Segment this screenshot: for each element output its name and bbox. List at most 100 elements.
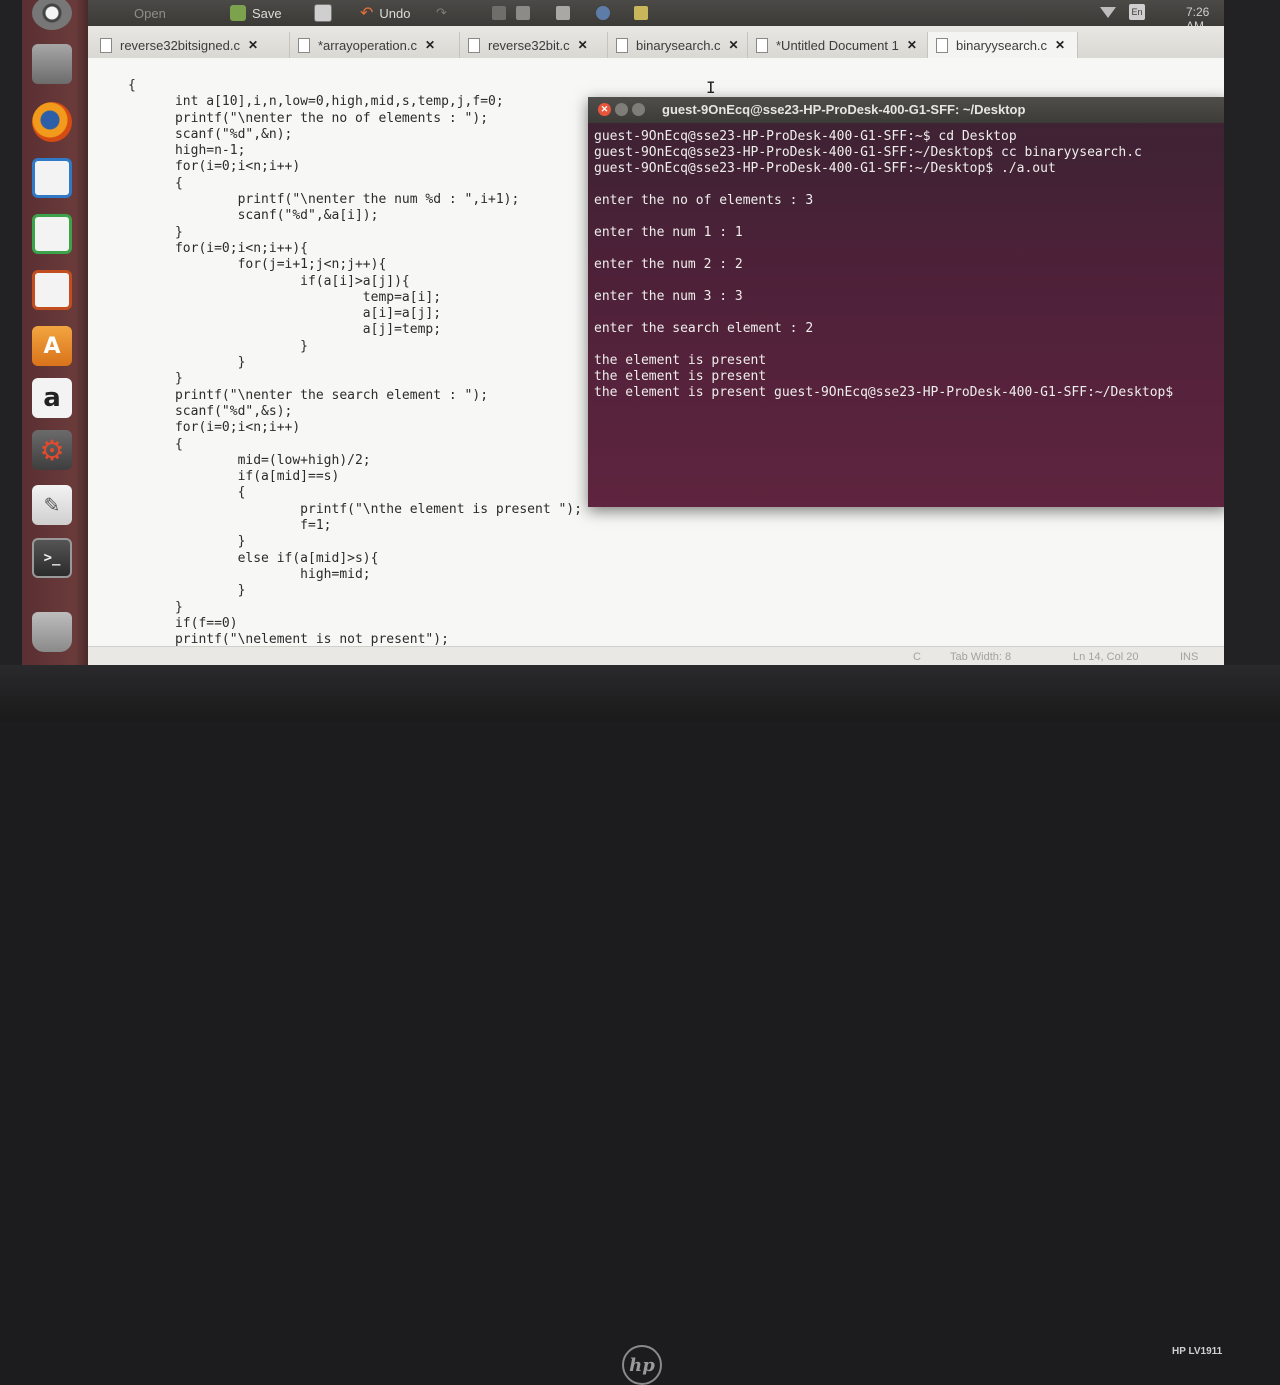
save-button[interactable]: Save <box>230 2 282 24</box>
print-icon <box>314 4 332 22</box>
text-editor-icon[interactable]: ✎ <box>32 485 72 525</box>
maximize-window-button[interactable] <box>632 103 645 116</box>
code-line: for(i=0;i<n;i++) <box>128 420 301 436</box>
close-icon[interactable]: ✕ <box>1055 38 1065 52</box>
code-line: high=n-1; <box>128 143 246 159</box>
terminal-window[interactable]: ✕ guest-9OnEcq@sse23-HP-ProDesk-400-G1-S… <box>588 97 1224 507</box>
monitor-model-label: HP LV1911 <box>1172 1346 1223 1357</box>
terminal-line: enter the num 2 : 2 <box>594 257 743 272</box>
minimize-window-button[interactable] <box>615 103 628 116</box>
screen: Open Save ↶ Undo ↷ En 7:26 AM A <box>22 0 1224 667</box>
tab-reverse32bit[interactable]: reverse32bit.c ✕ <box>460 32 608 58</box>
code-line: if(a[i]>a[j]){ <box>128 273 410 289</box>
monitor-bottom-bezel: hp HP LV1911 <box>0 665 1280 1385</box>
tab-untitled-document[interactable]: *Untitled Document 1 ✕ <box>748 32 928 58</box>
tab-reverse32bitsigned[interactable]: reverse32bitsigned.c ✕ <box>92 32 290 58</box>
amazon-icon[interactable]: a <box>32 378 72 418</box>
terminal-line: guest-9OnEcq@sse23-HP-ProDesk-400-G1-SFF… <box>594 161 1056 176</box>
launcher: A a ⚙ ✎ >_ <box>22 0 88 667</box>
status-bar: C Tab Width: 8 Ln 14, Col 20 INS <box>88 646 1224 667</box>
code-line: } <box>128 224 183 240</box>
close-icon[interactable]: ✕ <box>729 38 739 52</box>
document-icon <box>100 37 112 53</box>
undo-label: Undo <box>379 5 411 21</box>
code-line: } <box>128 338 309 354</box>
tab-width-selector[interactable]: Tab Width: 8 <box>950 651 1011 663</box>
libreoffice-writer-icon[interactable] <box>32 158 72 198</box>
source-code[interactable]: { int a[10],i,n,low=0,high,mid,s,temp,j,… <box>128 78 582 665</box>
terminal-line: guest-9OnEcq@sse23-HP-ProDesk-400-G1-SFF… <box>594 129 1017 144</box>
keyboard-indicator[interactable]: En <box>1129 4 1145 20</box>
code-line: } <box>128 371 183 387</box>
redo-button[interactable]: ↷ <box>436 2 447 24</box>
paste-icon[interactable] <box>556 6 570 20</box>
code-line: mid=(low+high)/2; <box>128 452 371 468</box>
terminal-line: enter the no of elements : 3 <box>594 193 814 208</box>
code-line: } <box>128 534 246 550</box>
undo-icon: ↶ <box>360 5 374 22</box>
close-icon[interactable]: ✕ <box>248 38 258 52</box>
tab-binaryysearch[interactable]: binaryysearch.c ✕ <box>928 32 1078 58</box>
save-label: Save <box>252 5 282 21</box>
language-selector[interactable]: C <box>913 651 921 663</box>
code-line: scanf("%d",&n); <box>128 126 293 142</box>
search-icon[interactable] <box>596 6 610 20</box>
terminal-line: enter the num 3 : 3 <box>594 289 743 304</box>
code-line: scanf("%d",&s); <box>128 403 293 419</box>
libreoffice-calc-icon[interactable] <box>32 214 72 254</box>
code-line: } <box>128 599 183 615</box>
mouse-ibeam-cursor: I <box>706 78 716 97</box>
libreoffice-impress-icon[interactable] <box>32 270 72 310</box>
open-button[interactable]: Open <box>134 2 166 24</box>
tab-arrayoperation[interactable]: *arrayoperation.c ✕ <box>290 32 460 58</box>
code-line: for(j=i+1;j<n;j++){ <box>128 257 387 273</box>
code-line: if(f==0) <box>128 615 238 631</box>
network-icon[interactable] <box>1100 7 1116 18</box>
code-line: scanf("%d",&a[i]); <box>128 208 379 224</box>
copy-icon[interactable] <box>516 6 530 20</box>
cut-icon[interactable] <box>492 6 506 20</box>
cursor-position: Ln 14, Col 20 <box>1073 651 1139 663</box>
terminal-line: the element is present guest-9OnEcq@sse2… <box>594 385 1174 400</box>
dash-home-icon[interactable] <box>32 0 72 30</box>
code-line: } <box>128 355 246 371</box>
close-window-button[interactable]: ✕ <box>598 103 611 116</box>
close-icon[interactable]: ✕ <box>425 38 435 52</box>
code-line: if(a[mid]==s) <box>128 469 340 485</box>
top-panel: Open Save ↶ Undo ↷ En 7:26 AM <box>22 0 1224 33</box>
terminal-line: enter the search element : 2 <box>594 321 814 336</box>
print-button[interactable] <box>314 2 332 24</box>
code-line: f=1; <box>128 518 332 534</box>
save-icon <box>230 5 246 21</box>
code-line: temp=a[i]; <box>128 289 442 305</box>
terminal-line: enter the num 1 : 1 <box>594 225 743 240</box>
code-line: for(i=0;i<n;i++){ <box>128 240 309 256</box>
code-line: for(i=0;i<n;i++) <box>128 159 301 175</box>
undo-button[interactable]: ↶ Undo <box>360 2 410 24</box>
code-line: else if(a[mid]>s){ <box>128 550 379 566</box>
software-center-icon[interactable]: A <box>32 326 72 366</box>
tab-label: *arrayoperation.c <box>318 37 417 53</box>
tab-binarysearch[interactable]: binarysearch.c ✕ <box>608 32 748 58</box>
code-line: int a[10],i,n,low=0,high,mid,s,temp,j,f=… <box>128 94 504 110</box>
terminal-output[interactable]: guest-9OnEcq@sse23-HP-ProDesk-400-G1-SFF… <box>594 129 1222 401</box>
firefox-icon[interactable] <box>32 102 72 142</box>
files-icon[interactable] <box>32 44 72 84</box>
document-icon <box>298 37 310 53</box>
system-settings-icon[interactable]: ⚙ <box>32 430 72 470</box>
trash-icon[interactable] <box>32 612 72 652</box>
document-icon <box>936 37 948 53</box>
tab-label: reverse32bitsigned.c <box>120 37 240 53</box>
terminal-icon[interactable]: >_ <box>32 538 72 578</box>
replace-icon[interactable] <box>634 6 648 20</box>
close-icon[interactable]: ✕ <box>907 38 917 52</box>
document-icon <box>616 37 628 53</box>
terminal-titlebar[interactable]: ✕ guest-9OnEcq@sse23-HP-ProDesk-400-G1-S… <box>588 97 1224 123</box>
code-line: a[j]=temp; <box>128 322 442 338</box>
close-icon[interactable]: ✕ <box>578 38 588 52</box>
code-line: printf("\nenter the search element : "); <box>128 387 489 403</box>
